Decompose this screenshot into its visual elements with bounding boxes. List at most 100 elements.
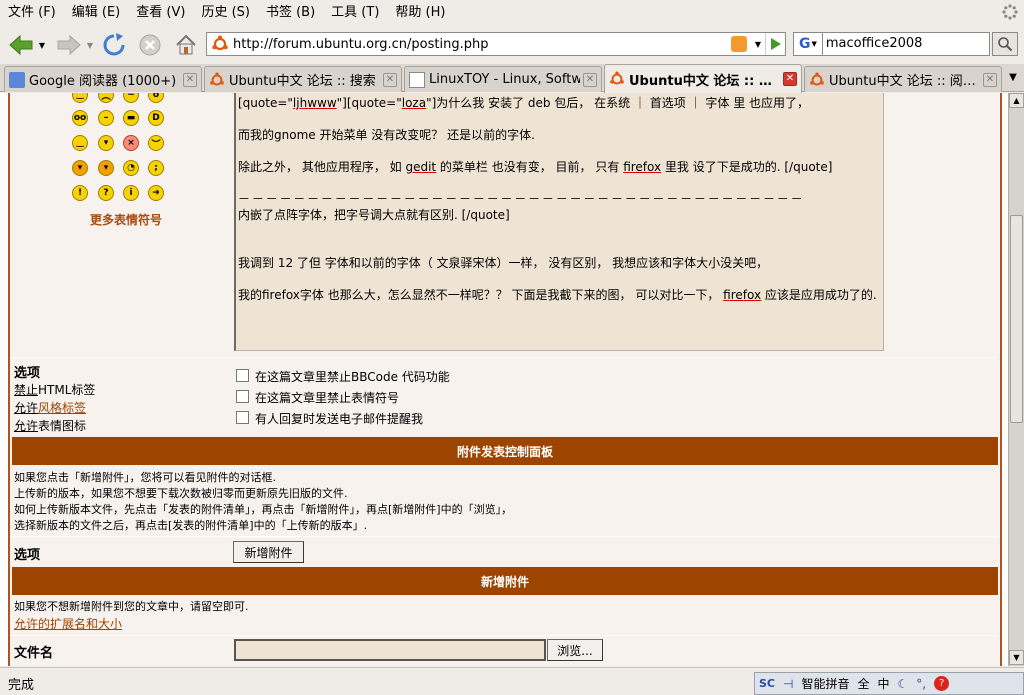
menu-help[interactable]: 帮助 (H) xyxy=(387,0,453,26)
attach-info-line: 选择新版本的文件之后，再点击[发表的附件清单]中的「上传新的版本」. xyxy=(14,519,368,532)
menu-history[interactable]: 历史 (S) xyxy=(193,0,258,26)
menu-bookmarks[interactable]: 书签 (B) xyxy=(258,0,323,26)
tab-close-icon[interactable]: ✕ xyxy=(383,72,397,87)
go-button[interactable] xyxy=(765,33,785,55)
smilies-status: 允许表情图标 xyxy=(14,419,87,433)
back-arrow-icon xyxy=(9,34,33,56)
message-line: 除此之外， 其他应用程序， 如 gedit 的菜单栏 也没有变， 目前， 只有 … xyxy=(238,160,833,174)
mad-emoticon-icon[interactable]: ︶ xyxy=(148,135,164,151)
search-button[interactable] xyxy=(992,32,1018,56)
question-emoticon-icon[interactable]: ? xyxy=(98,185,114,201)
ubuntu-favicon-icon xyxy=(809,71,825,88)
page-favicon-icon xyxy=(409,71,425,88)
embarrassed-emoticon-icon[interactable]: × xyxy=(123,135,139,151)
ime-help-icon[interactable]: ? xyxy=(934,676,950,691)
new-attach-info: 如果您不想新增附件到您的文章中，请留空即可. xyxy=(14,600,249,613)
url-history-dropdown[interactable]: ▼ xyxy=(751,40,765,49)
ime-mode-label[interactable]: 智能拼音 xyxy=(801,675,849,692)
allowed-extensions-link[interactable]: 允许的扩展名和大小 xyxy=(14,616,122,632)
tab-list-dropdown[interactable]: ▼ xyxy=(1004,67,1022,89)
ime-pin-icon[interactable]: ⊣ xyxy=(783,677,793,691)
rolleyes-emoticon-icon[interactable]: ◔ xyxy=(123,160,139,176)
tab-ubuntu-search[interactable]: Ubuntu中文 论坛 :: 搜索 ✕ xyxy=(204,66,402,92)
browse-button[interactable]: 浏览... xyxy=(547,639,603,661)
tab-linuxtoy[interactable]: LinuxTOY - Linux, Softw… ✕ xyxy=(404,66,602,92)
confused-emoticon-icon[interactable]: ~ xyxy=(123,93,139,103)
laugh-emoticon-icon[interactable]: D xyxy=(148,110,164,126)
forward-button[interactable] xyxy=(52,31,86,59)
attach-info-line: 如何上传新版本文件，先点击「发表的附件清单」，再点击「新增附件」，再点[新增附件… xyxy=(14,503,513,516)
more-emoticons-link[interactable]: 更多表情符号 xyxy=(90,211,162,228)
bbcode-link[interactable]: 风格标签 xyxy=(38,401,86,415)
smile-emoticon-icon[interactable]: ‿ xyxy=(72,93,88,103)
ime-moon-icon[interactable]: ☾ xyxy=(898,677,909,691)
tab-ubuntu-posting[interactable]: Ubuntu中文 论坛 :: … ✕ xyxy=(604,64,802,93)
ime-punctuation-icon[interactable]: °, xyxy=(916,677,926,691)
eek-emoticon-icon[interactable]: oo xyxy=(72,110,88,126)
stop-button[interactable] xyxy=(136,31,164,59)
options-title: 选项 xyxy=(14,366,41,381)
cool-emoticon-icon[interactable]: ▬ xyxy=(123,110,139,126)
idea-emoticon-icon[interactable]: i xyxy=(123,185,139,201)
tab-label: Ubuntu中文 论坛 :: 搜索 xyxy=(229,74,376,89)
ime-toolbar: SC ⊣ 智能拼音 全 中 ☾ °, ? xyxy=(754,672,1024,695)
throbber-icon xyxy=(1002,4,1018,20)
message-line: [quote="ljhwww"][quote="loza"]为什么我 安装了 d… xyxy=(238,96,810,110)
grin-emoticon-icon[interactable]: ▾ xyxy=(98,135,114,151)
bbcode-status: 允许风格标签 xyxy=(14,401,87,415)
scroll-up-arrow-icon[interactable]: ▲ xyxy=(1009,93,1024,108)
tab-label: LinuxTOY - Linux, Softw… xyxy=(429,72,580,87)
reload-button[interactable] xyxy=(100,31,128,59)
home-button[interactable] xyxy=(172,31,200,59)
filename-input[interactable] xyxy=(234,639,546,661)
message-line: 我调到 12 了但 字体和以前的字体（ 文泉驿宋体）一样， 没有区别， 我想应该… xyxy=(238,256,769,270)
tab-close-icon[interactable]: ✕ xyxy=(583,72,597,87)
menu-file[interactable]: 文件 (F) xyxy=(0,0,64,26)
tab-close-icon[interactable]: ✕ xyxy=(983,72,997,87)
scroll-thumb[interactable] xyxy=(1010,215,1023,423)
attach-info-line: 上传新的版本，如果您不想要下载次数被归零而更新原先旧版的文件. xyxy=(14,487,348,500)
forward-history-dropdown[interactable]: ▼ xyxy=(84,31,96,59)
surprised-emoticon-icon[interactable]: o xyxy=(148,93,164,103)
rss-feed-icon[interactable] xyxy=(731,36,747,52)
evil-emoticon-icon[interactable]: ▾ xyxy=(72,160,88,176)
tab-google-reader[interactable]: Google 阅读器 (1000+) ✕ xyxy=(4,66,202,92)
vertical-scrollbar[interactable]: ▲ ▼ xyxy=(1008,93,1024,666)
page-content: ‿ ︵ ~ o oo – ▬ D ‿ ▾ × ︶ ▾ ▾ ◔ ; ! ? i ➜… xyxy=(0,93,1008,666)
search-input[interactable]: macoffice2008 xyxy=(822,32,991,56)
stop-icon xyxy=(139,34,161,56)
disable-bbcode-checkbox[interactable] xyxy=(236,369,249,382)
menu-tools[interactable]: 工具 (T) xyxy=(323,0,387,26)
neutral-emoticon-icon[interactable]: – xyxy=(98,110,114,126)
url-bar[interactable]: http://forum.ubuntu.org.cn/posting.php ▼ xyxy=(206,32,786,56)
filename-label: 文件名 xyxy=(14,646,54,661)
happy-emoticon-icon[interactable]: ‿ xyxy=(72,135,88,151)
tab-close-icon[interactable]: ✕ xyxy=(183,72,197,87)
google-engine-icon: G xyxy=(798,36,811,52)
scroll-down-arrow-icon[interactable]: ▼ xyxy=(1009,650,1024,665)
exclaim-emoticon-icon[interactable]: ! xyxy=(72,185,88,201)
message-textarea[interactable]: [quote="ljhwww"][quote="loza"]为什么我 安装了 d… xyxy=(234,93,884,351)
disable-smilies-checkbox[interactable] xyxy=(236,390,249,403)
wink-emoticon-icon[interactable]: ; xyxy=(148,160,164,176)
attach-info-line: 如果您点击「新增附件」，您将可以看见附件的对话框. xyxy=(14,471,276,484)
search-engine-selector[interactable]: G ▼ xyxy=(793,32,823,56)
tab-ubuntu-read[interactable]: Ubuntu中文 论坛 :: 阅… ✕ xyxy=(804,66,1002,92)
menu-edit[interactable]: 编辑 (E) xyxy=(64,0,129,26)
url-text[interactable]: http://forum.ubuntu.org.cn/posting.php xyxy=(233,37,731,52)
ime-chinese-label[interactable]: 中 xyxy=(877,675,889,692)
menu-view[interactable]: 查看 (V) xyxy=(128,0,193,26)
add-attachment-button[interactable]: 新增附件 xyxy=(233,541,304,563)
notify-reply-checkbox[interactable] xyxy=(236,411,249,424)
tab-label: Ubuntu中文 论坛 :: 阅… xyxy=(829,74,976,89)
back-history-dropdown[interactable]: ▼ xyxy=(36,31,48,59)
message-line: 内嵌了点阵字体，把字号调大点就有区别. [/quote] xyxy=(238,208,510,222)
ime-logo-icon[interactable]: SC xyxy=(759,677,775,690)
tab-close-icon[interactable]: ✕ xyxy=(783,72,797,86)
back-button[interactable] xyxy=(4,31,38,59)
ime-fullwidth-label[interactable]: 全 xyxy=(857,675,869,692)
new-attach-header: 新增附件 xyxy=(12,567,998,595)
sad-emoticon-icon[interactable]: ︵ xyxy=(98,93,114,103)
arrow-emoticon-icon[interactable]: ➜ xyxy=(148,185,164,201)
twisted-emoticon-icon[interactable]: ▾ xyxy=(98,160,114,176)
